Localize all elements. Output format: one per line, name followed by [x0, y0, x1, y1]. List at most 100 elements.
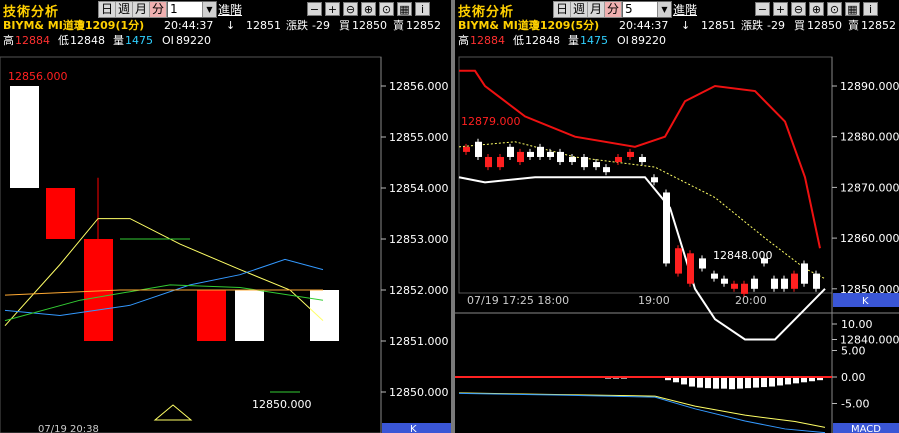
zoom-in-icon[interactable]: ⊕: [809, 2, 824, 16]
min-marker: 12848.000: [713, 249, 773, 262]
candle-up: [651, 177, 658, 183]
macd-histogram-bar: [753, 377, 759, 388]
calendar-icon[interactable]: ▦: [845, 2, 860, 16]
bid-value: 12850: [807, 19, 842, 32]
k-tab-label[interactable]: K: [862, 296, 869, 307]
y-axis-ticks: 12856.000 12855.000 12854.000 12853.000 1285…: [381, 80, 449, 399]
candle-up: [663, 192, 670, 264]
y-tick-label: 12890.000: [840, 80, 899, 93]
candle-up: [581, 156, 588, 168]
low-label: 低: [513, 34, 524, 47]
macd-histogram-bar: [777, 377, 783, 386]
interval-select[interactable]: 5 ▼: [622, 1, 672, 18]
macd-histogram-bar: [681, 377, 687, 385]
ask-value: 12852: [861, 19, 896, 32]
high-value: 12884: [15, 34, 50, 47]
plus-icon[interactable]: +: [325, 2, 340, 16]
ask-label: 賣: [393, 19, 404, 32]
candle-up: [557, 151, 564, 163]
down-arrow-icon: ↓: [681, 19, 691, 32]
stats-row: 高 12884 低 12848 量 1475 OI 89220: [0, 33, 451, 49]
macd-histogram-bar: [721, 377, 727, 389]
period-month-button[interactable]: 月: [133, 2, 150, 17]
last-price: 12851: [701, 19, 736, 32]
candle-down: [517, 151, 524, 163]
time-label: 20:44:37: [164, 19, 214, 32]
zoom-in-icon[interactable]: ⊕: [361, 2, 376, 16]
chevron-down-icon: ▼: [202, 2, 216, 17]
ask-label: 賣: [848, 19, 859, 32]
period-selector: 日 週 月 分: [98, 1, 168, 18]
ask-value: 12852: [406, 19, 441, 32]
zoom-out-icon[interactable]: ⊖: [791, 2, 806, 16]
advanced-link[interactable]: 進階: [673, 1, 697, 18]
macd-histogram-bar: [745, 377, 751, 389]
candlestick-chart[interactable]: 12856.000 12855.000 12854.000 12853.000 1285…: [0, 50, 451, 433]
candle-up: [639, 156, 646, 163]
candle-down: [197, 290, 226, 341]
candle-down: [497, 156, 504, 168]
x-axis-label-3: 20:00: [735, 294, 767, 307]
candle-up: [813, 273, 820, 289]
chart-panel-5min: 技術分析 日 週 月 分 5 ▼ 進階 − + ⊖ ⊕ ⊙ ▦ i BIYM& …: [455, 0, 899, 433]
y-tick-label: 12870.000: [840, 181, 899, 194]
period-month-button[interactable]: 月: [588, 2, 605, 17]
candle-down: [791, 273, 798, 289]
period-week-button[interactable]: 週: [571, 2, 588, 17]
symbol-label: BIYM& MI道瓊1209(1分): [3, 19, 145, 32]
macd-tick-label: -5.00: [841, 398, 869, 411]
candlestick-chart[interactable]: 12890.00012880.00012870.00012860.0001285…: [455, 50, 899, 433]
macd-histogram-bar: [737, 377, 743, 389]
macd-pane: [455, 376, 832, 433]
high-label: 高: [3, 34, 14, 47]
candle-up: [781, 278, 788, 289]
plus-icon[interactable]: +: [773, 2, 788, 16]
candle-up: [751, 278, 758, 289]
change-label: 漲跌: [741, 19, 763, 32]
period-minute-button[interactable]: 分: [150, 2, 167, 17]
advanced-link[interactable]: 進階: [218, 1, 242, 18]
candle-up: [310, 290, 339, 341]
candle-down: [731, 283, 738, 289]
zoom-fit-icon[interactable]: ⊙: [827, 2, 842, 16]
max-marker: 12856.000: [8, 70, 68, 83]
y-tick-label: 12854.000: [389, 182, 449, 195]
interval-select[interactable]: 1 ▼: [167, 1, 217, 18]
plot-area: [0, 56, 382, 433]
change-value: -29: [312, 19, 330, 32]
bid-label: 買: [339, 19, 350, 32]
volume-value: 1475: [580, 34, 608, 47]
candle-down: [615, 156, 622, 163]
info-icon[interactable]: i: [863, 2, 878, 16]
y-tick-label: 12880.000: [840, 131, 899, 144]
macd-dif-line: [458, 392, 826, 428]
y-tick-label: 12855.000: [389, 131, 449, 144]
macd-histogram-bar: [705, 377, 711, 389]
macd-histogram-bar: [697, 377, 703, 388]
stats-row: 高 12884 低 12848 量 1475 OI 89220: [455, 33, 899, 49]
period-day-button[interactable]: 日: [554, 2, 571, 17]
macd-tab-label[interactable]: MACD: [851, 424, 881, 433]
minus-icon[interactable]: −: [307, 2, 322, 16]
period-day-button[interactable]: 日: [99, 2, 116, 17]
zoom-fit-icon[interactable]: ⊙: [379, 2, 394, 16]
down-arrow-icon: ↓: [226, 19, 236, 32]
minus-icon[interactable]: −: [755, 2, 770, 16]
candle-up: [537, 146, 544, 157]
change-label: 漲跌: [286, 19, 308, 32]
candle-up: [507, 146, 514, 157]
y-tick-label: 12850.000: [389, 386, 449, 399]
info-icon[interactable]: i: [415, 2, 430, 16]
volume-label: 量: [113, 34, 124, 47]
period-minute-button[interactable]: 分: [605, 2, 622, 17]
volume-value: 1475: [125, 34, 153, 47]
high-label: 高: [458, 34, 469, 47]
zoom-out-icon[interactable]: ⊖: [343, 2, 358, 16]
period-week-button[interactable]: 週: [116, 2, 133, 17]
low-value: 12848: [525, 34, 560, 47]
calendar-icon[interactable]: ▦: [397, 2, 412, 16]
y-tick-label: 12853.000: [389, 233, 449, 246]
candle-up: [721, 278, 728, 284]
chevron-down-icon: ▼: [657, 2, 671, 17]
k-tab-label[interactable]: K: [410, 424, 417, 433]
